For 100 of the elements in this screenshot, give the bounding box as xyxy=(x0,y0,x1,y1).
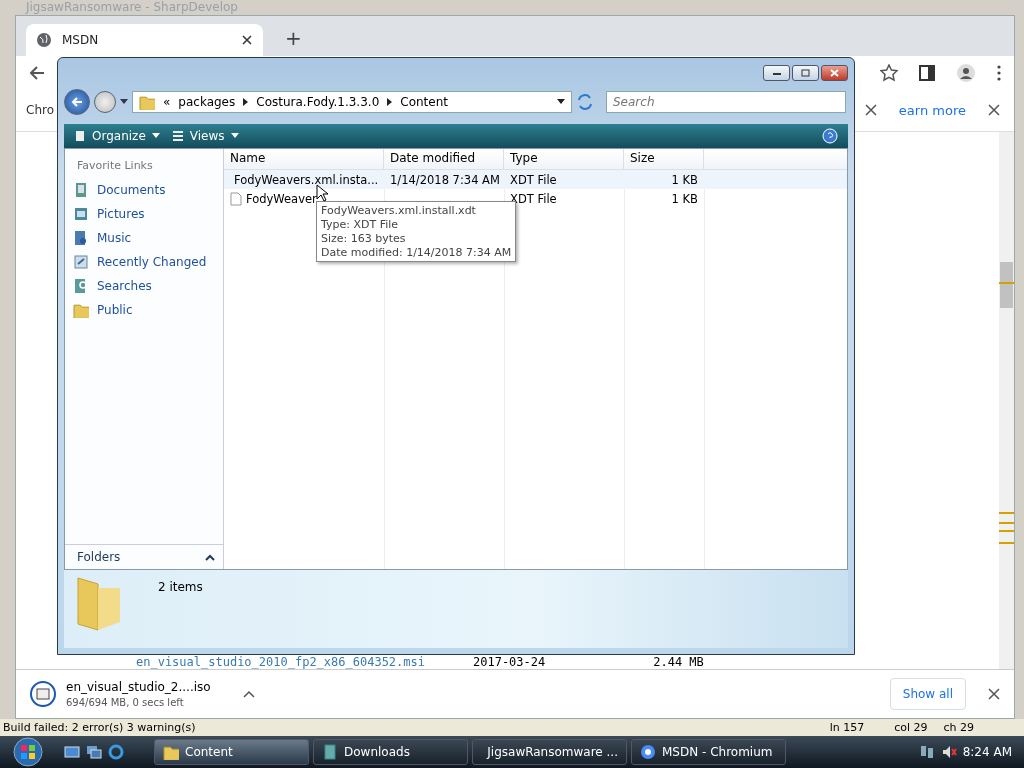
speaker-muted-icon xyxy=(940,744,957,760)
date-cell: 1/14/2018 7:34 AM xyxy=(390,172,500,187)
scrollbar[interactable] xyxy=(999,132,1014,669)
folder-icon xyxy=(163,744,179,760)
back-arrow-icon xyxy=(71,96,83,108)
close-icon xyxy=(988,104,1000,116)
favorite-link[interactable]: Public xyxy=(65,298,223,322)
forward-button[interactable] xyxy=(94,91,116,113)
favorite-link[interactable]: Searches xyxy=(65,274,223,298)
item-count: 2 items xyxy=(158,580,203,596)
maximize-button[interactable] xyxy=(792,65,819,81)
toolbar-button[interactable]: Organize xyxy=(74,129,160,143)
close-icon xyxy=(830,69,839,77)
chromium-icon xyxy=(640,744,656,760)
status-column: col 29 xyxy=(894,721,928,734)
column-header[interactable]: Type xyxy=(504,149,624,169)
music-icon xyxy=(73,230,89,246)
chevron-up-icon xyxy=(205,553,215,561)
close-icon xyxy=(241,34,253,46)
favorite-link[interactable]: Pictures xyxy=(65,202,223,226)
pictures-icon xyxy=(73,206,89,222)
learn-more-link[interactable]: earn more xyxy=(898,102,966,118)
side-panel-icon xyxy=(918,63,936,82)
back-button[interactable] xyxy=(64,89,90,115)
maximize-icon xyxy=(801,69,810,77)
views-icon xyxy=(171,130,184,142)
file-name: FodyWeavers.xml.insta... xyxy=(234,172,379,187)
file-link[interactable]: en_visual_studio_2010_fp2_x86_604352.msi xyxy=(136,656,425,669)
tooltip-line: Size: 163 bytes xyxy=(321,232,407,245)
dropdown-icon xyxy=(557,99,565,105)
breadcrumb[interactable]: packages xyxy=(178,95,236,109)
size-cell: 1 KB xyxy=(671,172,698,187)
address-bar[interactable]: « packages Costura.Fody.1.3.3.0 Content xyxy=(132,91,572,113)
file-size: 2.44 MB xyxy=(653,656,704,669)
folder-icon xyxy=(73,302,89,318)
book-icon xyxy=(322,744,338,760)
close-icon xyxy=(988,688,1000,700)
favorite-link[interactable]: Music xyxy=(65,226,223,250)
disc-file-icon xyxy=(30,681,56,707)
taskbar-button[interactable]: Downloads xyxy=(313,739,468,765)
tooltip-line: Date modified: 1/14/2018 7:34 AM xyxy=(321,246,512,259)
section-title: Favorite Links xyxy=(76,158,154,174)
star-icon xyxy=(880,63,898,82)
browser-tab[interactable]: MSDN xyxy=(26,24,263,56)
desktop-icon xyxy=(64,744,80,760)
recent-icon xyxy=(73,254,89,270)
help-icon xyxy=(822,128,838,144)
globe-icon xyxy=(36,32,52,48)
refresh-icon xyxy=(576,93,594,111)
menu-icon xyxy=(996,63,1002,82)
dropdown-icon xyxy=(120,99,128,105)
size-cell: 1 KB xyxy=(671,191,698,206)
infobar-text: Chro xyxy=(26,103,54,117)
profile-icon xyxy=(956,62,976,83)
folders-toggle[interactable]: Folders xyxy=(65,544,223,569)
type-cell: XDT File xyxy=(510,172,557,187)
column-header[interactable]: Size xyxy=(624,149,704,169)
taskbar-button[interactable]: JigsawRansomware ... xyxy=(472,739,627,765)
taskbar-button[interactable]: MSDN - Chromium xyxy=(631,739,786,765)
status-line: ln 157 xyxy=(829,721,865,734)
path-overflow[interactable]: « xyxy=(163,95,171,109)
network-icon xyxy=(918,744,935,760)
organize-icon xyxy=(74,130,86,142)
column-header[interactable]: Name xyxy=(224,149,384,169)
tab-title: MSDN xyxy=(62,33,99,47)
taskbar-button[interactable]: Content xyxy=(154,739,309,765)
folder-icon xyxy=(139,94,155,110)
show-all-button[interactable]: Show all xyxy=(889,678,966,710)
file-icon xyxy=(230,191,242,206)
back-arrow-icon xyxy=(28,63,46,82)
breadcrumb[interactable]: Costura.Fody.1.3.3.0 xyxy=(256,95,380,109)
chevron-right-icon xyxy=(243,98,249,106)
favorite-link[interactable]: Recently Changed xyxy=(65,250,223,274)
new-tab-button[interactable]: + xyxy=(285,26,302,50)
dropdown-icon xyxy=(230,133,239,139)
download-filename[interactable]: en_visual_studio_2....iso xyxy=(66,680,211,694)
tooltip-line: FodyWeavers.xml.install.xdt xyxy=(321,204,477,217)
toolbar-button[interactable]: Views xyxy=(171,129,239,143)
window-title: JigsawRansomware - SharpDevelop xyxy=(26,0,238,14)
caret-up-icon xyxy=(242,690,255,698)
minimize-button[interactable] xyxy=(763,65,790,81)
favorite-link[interactable]: Documents xyxy=(65,178,223,202)
file-row[interactable]: FodyWeavers.xml.insta... 1/14/2018 7:34 AM XDT File 1 KB xyxy=(224,170,847,189)
close-icon xyxy=(864,104,877,116)
chevron-right-icon xyxy=(387,98,393,106)
documents-icon xyxy=(73,182,89,198)
file-name: FodyWeaver xyxy=(246,191,317,206)
dropdown-icon xyxy=(151,133,160,139)
close-button[interactable] xyxy=(821,65,848,81)
search-field[interactable]: Search xyxy=(606,91,846,113)
tooltip-line: Type: XDT File xyxy=(321,218,400,231)
clock[interactable]: 8:24 AM xyxy=(962,745,1012,759)
window-switch-icon xyxy=(86,744,102,760)
download-status: 694/694 MB, 0 secs left xyxy=(66,697,185,708)
status-char: ch 29 xyxy=(943,721,974,734)
browser-icon xyxy=(108,744,124,760)
column-header[interactable]: Date modified xyxy=(384,149,504,169)
breadcrumb[interactable]: Content xyxy=(400,95,448,109)
minimize-icon xyxy=(772,71,781,75)
status-message: Build failed: 2 error(s) 3 warning(s) xyxy=(3,721,196,734)
